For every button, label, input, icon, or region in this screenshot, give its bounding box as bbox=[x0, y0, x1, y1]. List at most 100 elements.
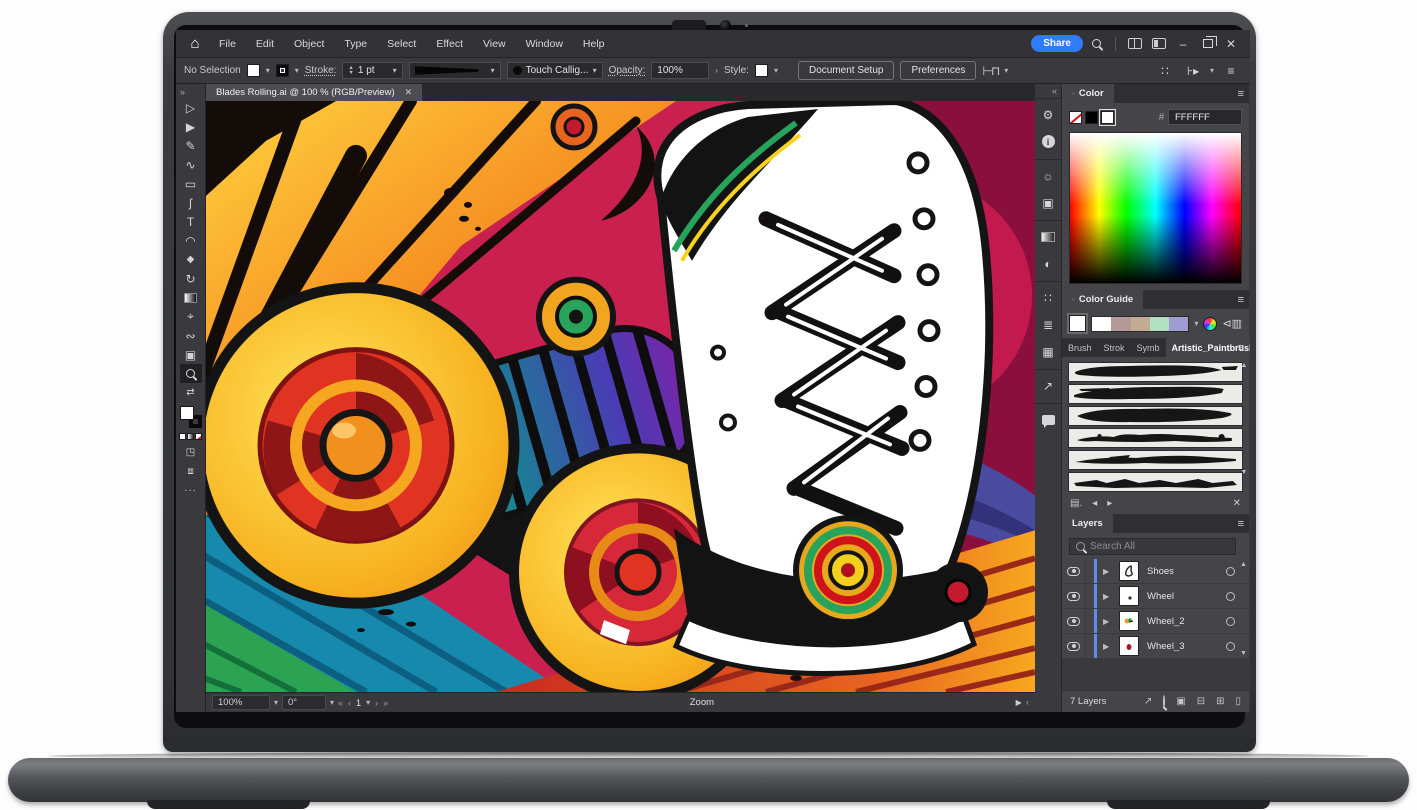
zoom-level-field[interactable]: 100% bbox=[212, 695, 270, 710]
layer-thumbnail[interactable] bbox=[1119, 636, 1139, 656]
selection-tool[interactable]: ▷ bbox=[180, 98, 202, 117]
delete-layer-icon[interactable]: ▯ bbox=[1235, 696, 1241, 707]
pen-tool[interactable]: ✎ bbox=[180, 136, 202, 155]
menu-window[interactable]: Window bbox=[517, 38, 572, 50]
isolate-selected-icon[interactable]: ⊢⊓ bbox=[982, 64, 1000, 78]
brushes-tab[interactable]: Brush bbox=[1062, 338, 1098, 357]
layer-row[interactable]: ▶ Wheel_3 bbox=[1062, 634, 1249, 659]
layers-scrollbar[interactable]: ▲ ▼ bbox=[1239, 559, 1248, 659]
artboard-tool[interactable]: ▣ bbox=[180, 345, 202, 364]
gradient-mode-icon[interactable] bbox=[187, 433, 194, 440]
visibility-eye-icon[interactable] bbox=[1062, 559, 1086, 583]
expand-chevron-icon[interactable]: ▶ bbox=[1103, 592, 1115, 601]
none-swatch[interactable] bbox=[1069, 110, 1082, 124]
layer-name[interactable]: Wheel bbox=[1147, 591, 1226, 602]
symbols-tab[interactable]: Symb bbox=[1131, 338, 1166, 357]
color-guide-menu-icon[interactable]: ≡ bbox=[1238, 294, 1244, 306]
layer-target-icon[interactable] bbox=[1226, 616, 1235, 626]
direct-selection-tool[interactable]: ▶ bbox=[180, 117, 202, 136]
document-setup-button[interactable]: Document Setup bbox=[797, 61, 895, 80]
base-color-swatch[interactable] bbox=[1069, 315, 1086, 332]
layer-thumbnail[interactable] bbox=[1119, 586, 1139, 606]
brushes-menu-icon[interactable]: ≡ bbox=[1238, 342, 1244, 354]
edit-colors-wheel-icon[interactable] bbox=[1203, 316, 1218, 331]
gradient-panel-icon[interactable] bbox=[1038, 226, 1059, 247]
layers-menu-icon[interactable]: ≡ bbox=[1238, 518, 1244, 530]
harmony-swatch[interactable] bbox=[1130, 316, 1150, 331]
brush-preview[interactable] bbox=[1068, 428, 1243, 448]
menu-view[interactable]: View bbox=[474, 38, 515, 50]
screen-mode-icon[interactable]: ⧈ bbox=[180, 462, 202, 481]
zoom-tool[interactable] bbox=[179, 364, 202, 383]
brush-prev-icon[interactable]: ◂ bbox=[1092, 498, 1097, 509]
color-panel-menu-icon[interactable]: ≡ bbox=[1238, 88, 1244, 100]
harmony-swatch-strip[interactable] bbox=[1091, 315, 1190, 332]
white-swatch-selected[interactable] bbox=[1099, 108, 1116, 126]
layer-row[interactable]: ▶ Wheel_2 bbox=[1062, 609, 1249, 634]
zoom-level-value[interactable]: 100% bbox=[218, 697, 242, 708]
rotation-value[interactable]: 0° bbox=[288, 697, 297, 708]
fill-color-swatch[interactable] bbox=[246, 64, 260, 77]
first-artboard-icon[interactable]: « bbox=[338, 698, 343, 708]
layer-target-icon[interactable] bbox=[1226, 591, 1235, 601]
export-panel-icon[interactable]: ↗ bbox=[1038, 375, 1059, 396]
stroke-weight-label[interactable]: Stroke: bbox=[305, 65, 337, 76]
harmony-swatch[interactable] bbox=[1149, 316, 1170, 331]
menu-effect[interactable]: Effect bbox=[427, 38, 472, 50]
artboard-chevron-icon[interactable]: ▾ bbox=[366, 698, 370, 707]
comments-panel-icon[interactable] bbox=[1038, 409, 1059, 430]
brush-definition-value[interactable]: Touch Callig... bbox=[526, 65, 589, 76]
status-collapse-icon[interactable]: ‹ bbox=[1026, 697, 1029, 708]
brush-preview[interactable] bbox=[1068, 450, 1243, 470]
locate-object-icon[interactable] bbox=[1163, 695, 1166, 708]
layer-row[interactable]: ▶ Shoes bbox=[1062, 559, 1249, 584]
align-panel-icon[interactable]: ≣ bbox=[1038, 314, 1059, 335]
stroke-weight-field[interactable]: ▲ ▼ 1 pt ▾ bbox=[342, 62, 403, 79]
brush-preview[interactable] bbox=[1068, 362, 1243, 382]
style-swatch[interactable] bbox=[754, 64, 768, 77]
settings-gear-icon[interactable]: ⚙ bbox=[1038, 104, 1059, 125]
brush-libraries-icon[interactable]: ▤. bbox=[1070, 498, 1082, 509]
visibility-eye-icon[interactable] bbox=[1062, 609, 1086, 633]
workspace-switcher-icon[interactable] bbox=[1148, 35, 1170, 53]
save-to-swatches-icon[interactable]: ⊲▥ bbox=[1222, 317, 1242, 330]
stroke-chevron-icon[interactable]: ▾ bbox=[295, 66, 299, 75]
eyedropper-tool[interactable]: ⌖ bbox=[180, 307, 202, 326]
layer-name[interactable]: Wheel_3 bbox=[1147, 641, 1226, 652]
isolate-chevron-icon[interactable]: ▾ bbox=[1004, 66, 1008, 75]
opacity-chevron-icon[interactable]: › bbox=[715, 66, 718, 75]
previous-artboard-icon[interactable]: ‹ bbox=[348, 698, 351, 708]
menu-help[interactable]: Help bbox=[574, 38, 614, 50]
menu-select[interactable]: Select bbox=[378, 38, 425, 50]
attributes-icon[interactable]: ☼ bbox=[1038, 165, 1059, 186]
artboard-canvas[interactable] bbox=[206, 101, 1035, 692]
transform-panel-icon[interactable]: ∷ bbox=[1038, 287, 1059, 308]
rotation-field[interactable]: 0° bbox=[282, 695, 327, 710]
arrange-documents-icon[interactable] bbox=[1124, 35, 1146, 53]
close-button[interactable]: ✕ bbox=[1220, 35, 1242, 53]
layer-name[interactable]: Shoes bbox=[1147, 566, 1226, 577]
paintbrush-tool[interactable]: ʃ bbox=[180, 193, 202, 212]
layer-target-icon[interactable] bbox=[1226, 566, 1235, 576]
fill-indicator[interactable] bbox=[179, 406, 194, 420]
fill-chevron-icon[interactable]: ▾ bbox=[266, 66, 270, 75]
harmony-swatch[interactable] bbox=[1111, 316, 1131, 331]
expand-chevron-icon[interactable]: ▶ bbox=[1103, 567, 1115, 576]
remove-brush-icon[interactable]: ✕ bbox=[1233, 498, 1241, 509]
fill-stroke-indicator[interactable] bbox=[179, 406, 202, 428]
color-mode-icon[interactable] bbox=[179, 433, 186, 440]
menu-object[interactable]: Object bbox=[285, 38, 333, 50]
minimize-button[interactable]: – bbox=[1172, 35, 1194, 53]
brush-definition-field[interactable]: Touch Callig... ▾ bbox=[506, 62, 603, 79]
rotate-tool[interactable]: ↻ bbox=[180, 269, 202, 288]
menu-file[interactable]: File bbox=[210, 38, 245, 50]
expand-chevron-icon[interactable]: ▶ bbox=[1103, 642, 1115, 651]
brush-preview[interactable] bbox=[1068, 406, 1243, 426]
toolbar-expand-icon[interactable]: » bbox=[176, 86, 189, 98]
layer-row[interactable]: ▶ Wheel bbox=[1062, 584, 1249, 609]
workspace-icon[interactable]: ⊦▸ bbox=[1182, 62, 1204, 80]
new-sublayer-icon[interactable]: ⊟ bbox=[1197, 696, 1205, 707]
visibility-eye-icon[interactable] bbox=[1062, 634, 1086, 658]
harmony-swatch[interactable] bbox=[1092, 316, 1112, 331]
visibility-eye-icon[interactable] bbox=[1062, 584, 1086, 608]
